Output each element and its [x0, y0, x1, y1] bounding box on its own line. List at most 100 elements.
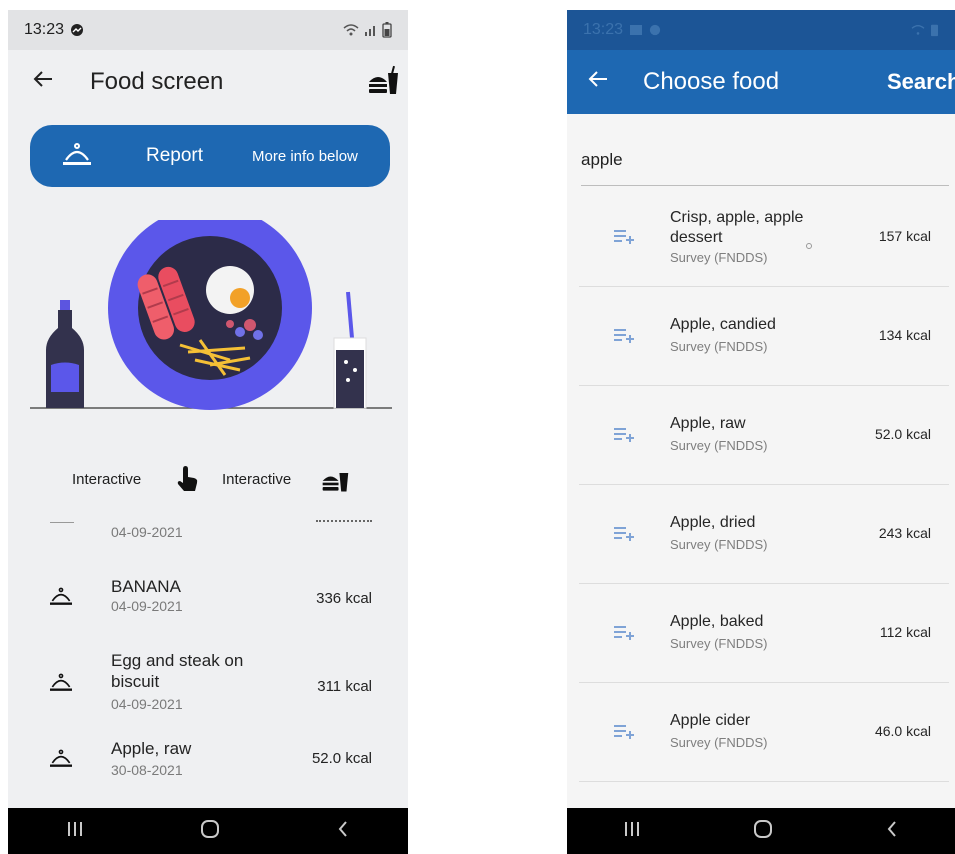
battery-icon: [931, 24, 938, 37]
status-icons: [342, 22, 392, 38]
app-bar: Food screen: [8, 50, 408, 114]
item-kcal: 112 kcal: [879, 624, 931, 640]
item-name: Apple, candied: [670, 316, 776, 333]
fast-food-icon[interactable]: [320, 465, 350, 500]
item-kcal: 336 kcal: [316, 590, 372, 607]
item-kcal: 134 kcal: [878, 327, 931, 343]
list-item[interactable]: Apple, baked Survey (FNDDS) 112 kcal: [579, 584, 949, 683]
recents-button[interactable]: [622, 820, 642, 843]
list-item[interactable]: Apple, dried Survey (FNDDS) 243 kcal: [579, 485, 949, 584]
ripple-dot: [806, 243, 812, 249]
item-name: Apple, dried: [670, 514, 756, 531]
list-item[interactable]: Apple, raw 30-08-2021 52.0 kcal: [8, 738, 408, 798]
report-button[interactable]: Report More info below: [30, 125, 390, 187]
item-kcal: 52.0 kcal: [874, 426, 931, 442]
interactive-row: Interactive Interactive: [8, 465, 408, 505]
list-item[interactable]: BANANA 04-09-2021 336 kcal: [8, 576, 408, 636]
list-item[interactable]: Apple cider Survey (FNDDS) 46.0 kcal: [579, 683, 949, 782]
food-screen-phone: 13:23 Food screen Report More info below…: [8, 10, 408, 854]
recents-button[interactable]: [65, 820, 85, 843]
item-date: 04-09-2021: [111, 524, 183, 540]
fast-food-icon: [369, 65, 398, 94]
truncated-kcal: [316, 520, 372, 525]
wifi-icon: [343, 24, 359, 36]
messenger-icon: [649, 24, 661, 36]
item-kcal: 52.0 kcal: [311, 750, 372, 767]
add-to-list-icon[interactable]: [613, 723, 637, 744]
item-source: Survey (FNDDS): [670, 636, 768, 651]
home-icon: [754, 819, 772, 838]
cloche-icon: [48, 672, 74, 699]
item-name: BANANA: [111, 577, 181, 596]
add-to-list-icon[interactable]: [613, 228, 637, 249]
home-button[interactable]: [199, 818, 221, 845]
fast-food-button[interactable]: [366, 64, 400, 103]
recents-icon: [625, 821, 639, 836]
list-item[interactable]: Apple, candied Survey (FNDDS) 134 kcal: [579, 287, 949, 386]
hand-pointer-icon[interactable]: [174, 465, 200, 500]
item-name: Egg and steak on biscuit: [111, 651, 244, 691]
item-date: 04-09-2021: [111, 696, 183, 712]
back-button[interactable]: [32, 66, 54, 97]
status-time: 13:23: [583, 21, 661, 39]
interactive-label-2[interactable]: Interactive: [222, 471, 291, 488]
divider: [50, 522, 74, 523]
battery-icon: [382, 22, 392, 38]
item-name: Crisp, apple, apple dessert: [670, 209, 804, 246]
app-bar: Choose food Search: [567, 50, 955, 114]
status-bar: 13:23: [567, 10, 955, 50]
cloche-icon: [48, 586, 74, 613]
list-item[interactable]: Crisp, apple, apple dessert Survey (FNDD…: [579, 188, 949, 287]
add-to-list-icon[interactable]: [613, 525, 637, 546]
arrow-left-icon: [588, 71, 607, 87]
home-icon: [201, 819, 219, 838]
list-item[interactable]: 04-09-2021: [8, 510, 408, 550]
breakfast-illustration: [30, 220, 392, 410]
search-input-value[interactable]: apple: [581, 150, 623, 170]
cloche-icon: [62, 141, 92, 174]
add-to-list-icon[interactable]: [613, 624, 637, 645]
item-date: 30-08-2021: [111, 762, 183, 778]
page-title: Food screen: [90, 68, 224, 95]
report-label: Report: [146, 145, 204, 166]
android-nav-bar: [567, 808, 955, 854]
wifi-icon: [911, 25, 925, 35]
status-time: 13:23: [24, 21, 84, 39]
input-underline: [581, 185, 949, 186]
item-name: Apple cider: [670, 712, 751, 729]
back-button[interactable]: [587, 66, 609, 97]
item-source: Survey (FNDDS): [670, 250, 768, 265]
home-button[interactable]: [752, 818, 774, 845]
chevron-left-icon: [338, 820, 347, 837]
search-input[interactable]: apple: [567, 114, 955, 186]
item-kcal: 46.0 kcal: [874, 723, 931, 739]
interactive-label-1[interactable]: Interactive: [72, 471, 141, 488]
recents-icon: [68, 821, 82, 836]
add-to-list-icon[interactable]: [613, 327, 637, 348]
cloche-icon: [48, 748, 74, 775]
choose-food-phone: 13:23 Choose food Search apple Crisp, ap…: [567, 10, 955, 854]
item-source: Survey (FNDDS): [670, 438, 768, 453]
status-icons: [910, 23, 939, 37]
item-kcal: 157 kcal: [878, 228, 931, 244]
status-bar: 13:23: [8, 10, 408, 50]
nav-back-button[interactable]: [335, 819, 351, 844]
add-to-list-icon[interactable]: [613, 426, 637, 447]
item-kcal: 243 kcal: [878, 525, 931, 541]
android-nav-bar: [8, 808, 408, 854]
chevron-left-icon: [887, 820, 896, 837]
item-name: Apple, baked: [670, 613, 764, 630]
more-info-label: More info below: [252, 147, 358, 165]
list-item[interactable]: Egg and steak on biscuit 04-09-2021 311 …: [8, 650, 408, 720]
item-name: Apple, raw: [670, 415, 746, 432]
item-source: Survey (FNDDS): [670, 735, 768, 750]
gallery-icon: [630, 25, 643, 35]
search-button[interactable]: Search: [887, 69, 955, 95]
page-title: Choose food: [643, 68, 780, 95]
item-kcal: 311 kcal: [317, 678, 372, 695]
arrow-left-icon: [33, 71, 52, 87]
list-item[interactable]: Apple, raw Survey (FNDDS) 52.0 kcal: [579, 386, 949, 485]
signal-icon: [365, 26, 375, 36]
nav-back-button[interactable]: [884, 819, 900, 844]
item-name: Apple, raw: [111, 739, 192, 758]
